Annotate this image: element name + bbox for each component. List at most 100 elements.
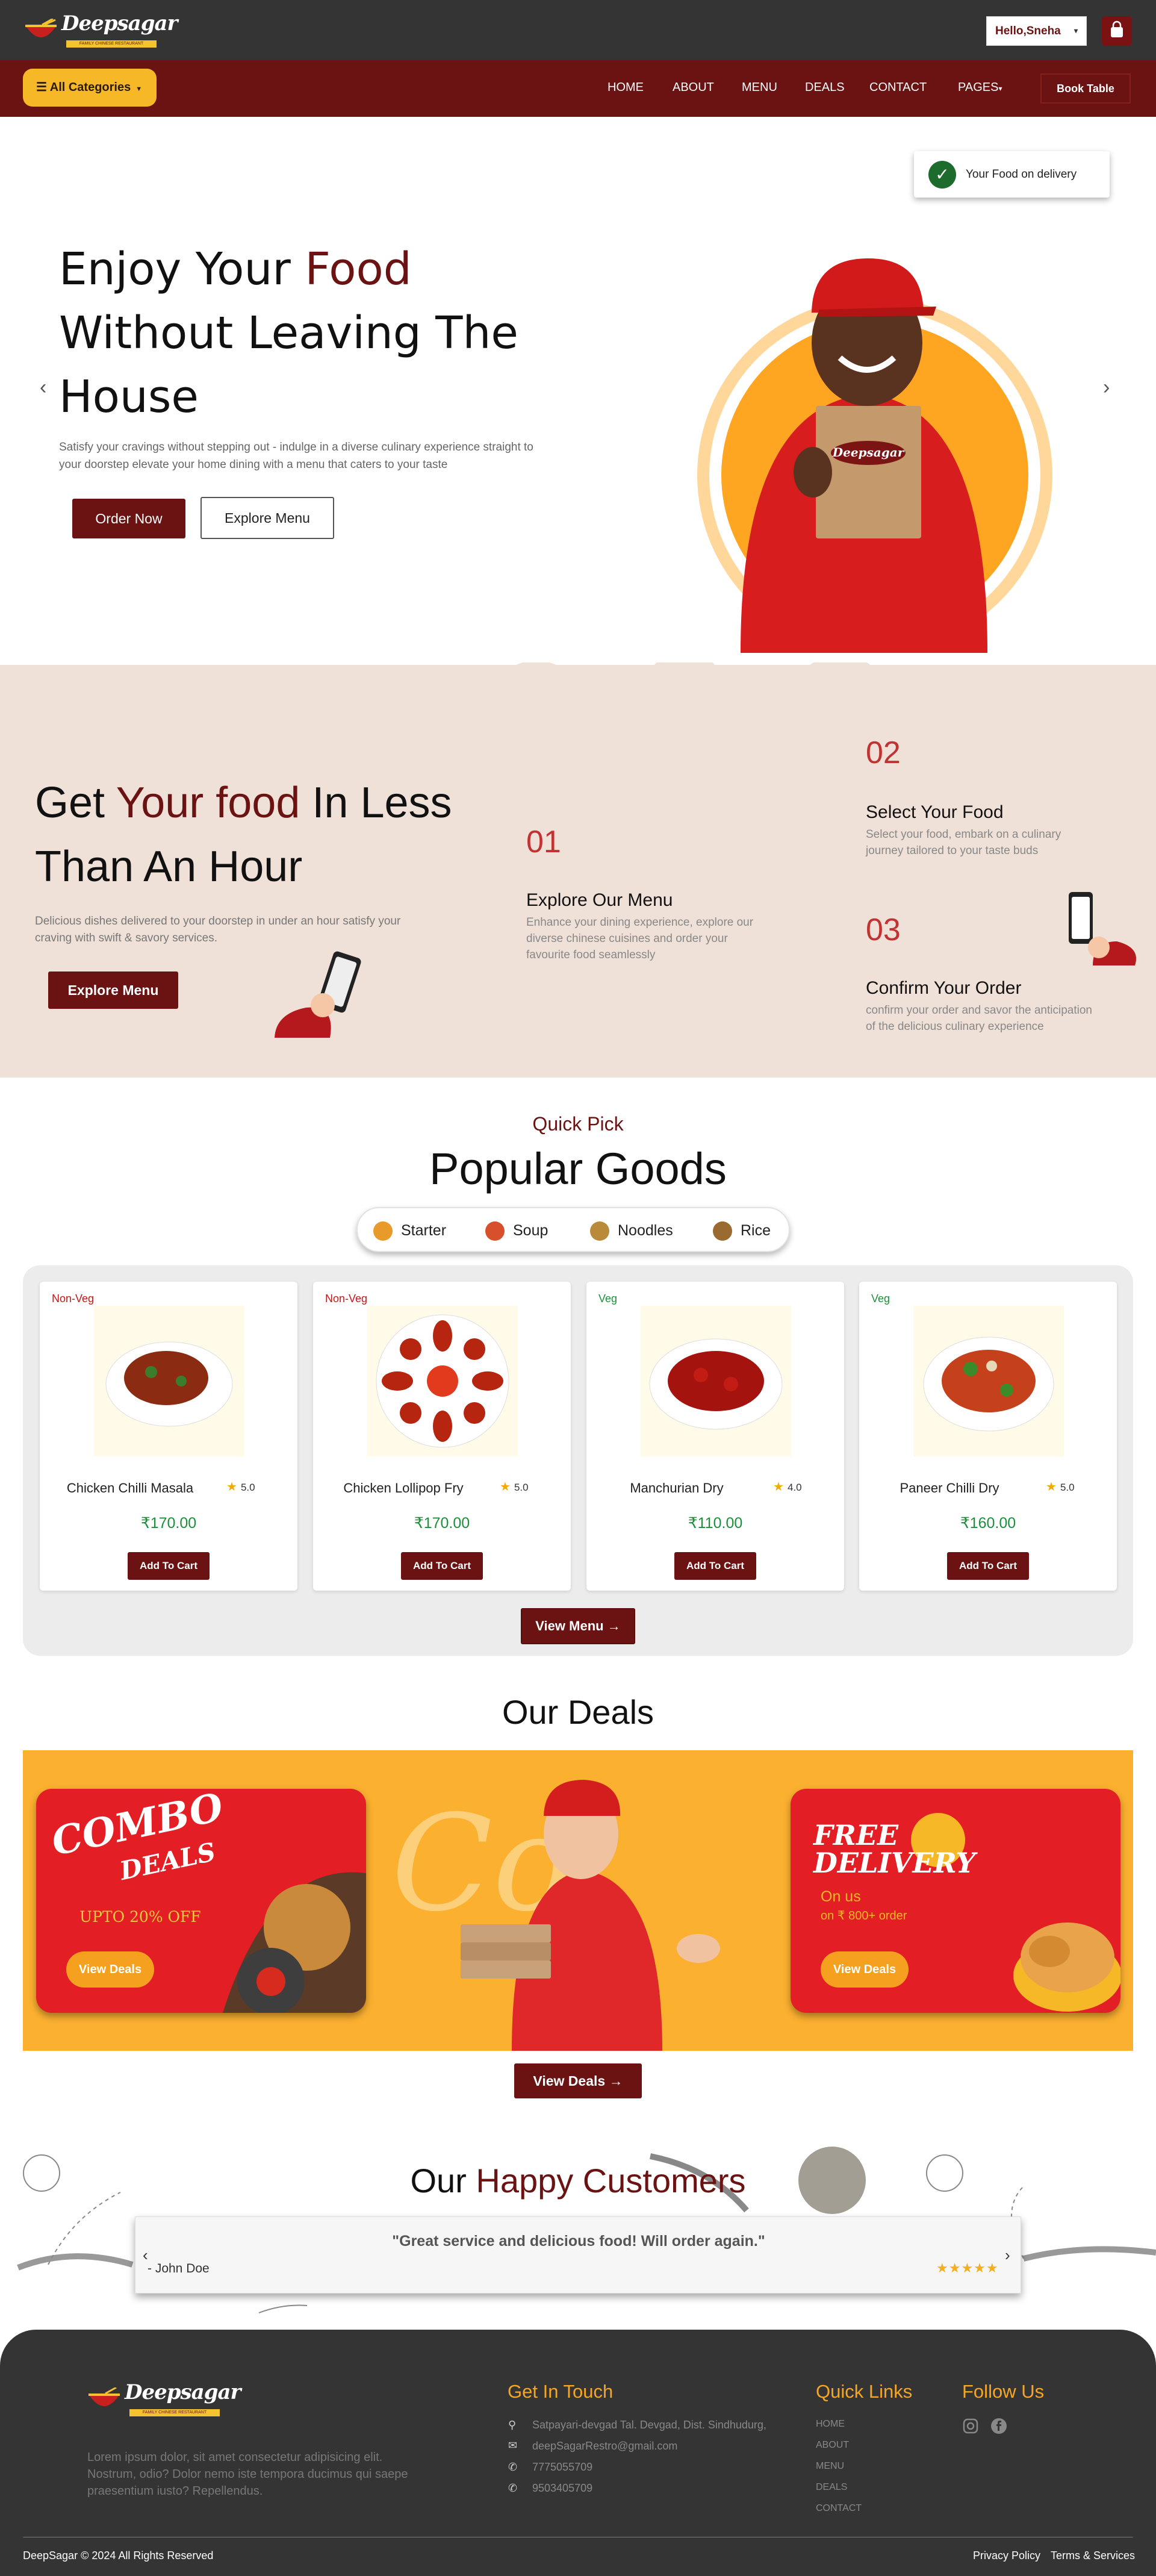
hero-title-start: Enjoy Your xyxy=(59,243,305,295)
facebook-icon[interactable] xyxy=(990,2418,1007,2434)
product-price: ₹170.00 xyxy=(140,1515,197,1532)
rating-value: 5.0 xyxy=(240,1482,255,1493)
footer-logo[interactable]: Deepsagar FAMILY CHINESE RESTAURANT xyxy=(87,2378,241,2420)
nav-contact[interactable]: CONTACT xyxy=(869,78,927,96)
popular-subtitle: Quick Pick xyxy=(532,1113,624,1135)
top-bar: Deepsagar FAMILY CHINESE RESTAURANT Hell… xyxy=(0,0,1156,60)
shopping-bag-icon xyxy=(1111,20,1123,37)
bowl-icon xyxy=(89,2387,120,2406)
product-card: Veg Paneer Chilli Dry ★ 5.0 ₹160.00 Add T… xyxy=(859,1282,1117,1591)
tab-starter[interactable]: Starter xyxy=(373,1220,446,1241)
arrow-right-icon: → xyxy=(607,1618,621,1633)
phone-hand-icon xyxy=(1069,892,1136,965)
nav-deals[interactable]: DEALS xyxy=(805,78,845,96)
how-it-works-subtitle: Delicious dishes delivered to your doors… xyxy=(35,915,401,944)
explore-menu-button[interactable]: Explore Menu xyxy=(200,497,334,539)
footer-link-deals[interactable]: DEALS xyxy=(816,2482,847,2493)
footer-link-contact[interactable]: CONTACT xyxy=(816,2503,862,2514)
rating-value: 4.0 xyxy=(787,1482,802,1493)
view-deals-label: View Deals xyxy=(533,2073,606,2089)
hero-next-arrow[interactable]: › xyxy=(1103,376,1110,399)
starter-icon xyxy=(373,1221,393,1241)
order-now-button[interactable]: Order Now xyxy=(72,499,185,538)
book-table-button[interactable]: Book Table xyxy=(1040,73,1131,104)
instagram-icon[interactable] xyxy=(962,2418,979,2434)
tab-noodles[interactable]: Noodles xyxy=(590,1220,673,1241)
free-view-deals-button[interactable]: View Deals xyxy=(821,1951,909,1988)
rating-value: 5.0 xyxy=(1060,1482,1075,1493)
location-icon: ⚲ xyxy=(508,2419,517,2431)
combo-view-deals-button[interactable]: View Deals xyxy=(66,1951,154,1988)
brand-logo[interactable]: Deepsagar FAMILY CHINESE RESTAURANT xyxy=(24,9,178,51)
star-icon: ★ xyxy=(1046,1480,1057,1494)
contact-phone[interactable]: 9503405709 xyxy=(532,2482,592,2495)
deals-title: Our Deals xyxy=(502,1693,654,1731)
step-title: Confirm Your Order xyxy=(866,978,1022,998)
main-nav: ☰ All Categories ▼ HOME ABOUT MENU DEALS … xyxy=(0,60,1156,117)
nav-pages[interactable]: PAGES▾ xyxy=(958,78,1002,98)
delivery-status-card: ✓ Your Food on delivery xyxy=(914,151,1110,198)
step-text: Select your food, embark on a culinary j… xyxy=(866,828,1061,857)
tab-rice[interactable]: Rice xyxy=(713,1220,771,1241)
all-categories-button[interactable]: ☰ All Categories ▼ xyxy=(23,69,157,107)
add-to-cart-button[interactable]: Add To Cart xyxy=(674,1552,756,1580)
nav-home[interactable]: HOME xyxy=(608,78,644,96)
view-deals-button[interactable]: View Deals → xyxy=(514,2063,642,2098)
add-to-cart-button[interactable]: Add To Cart xyxy=(128,1552,210,1580)
brand-name: Deepsagar xyxy=(61,11,178,36)
combo-offer: UPTO 20% OFF xyxy=(79,1908,201,1926)
hero-prev-arrow[interactable]: ‹ xyxy=(40,376,46,399)
tab-label: Starter xyxy=(401,1222,447,1239)
terms-link[interactable]: Terms & Services xyxy=(1051,2549,1135,2562)
contact-phone[interactable]: 7775055709 xyxy=(532,2461,592,2474)
phone-icon: ✆ xyxy=(508,2461,518,2473)
rice-icon xyxy=(713,1221,732,1241)
product-card: Non-Veg Chicken Chilli Masala ★ 5.0 ₹170.… xyxy=(40,1282,297,1591)
product-name: Manchurian Dry xyxy=(630,1480,724,1495)
product-badge: Non-Veg xyxy=(325,1293,368,1305)
add-to-cart-button[interactable]: Add To Cart xyxy=(401,1552,483,1580)
privacy-policy-link[interactable]: Privacy Policy xyxy=(973,2549,1040,2562)
testimonial-next-arrow[interactable]: › xyxy=(1005,2246,1010,2265)
product-price: ₹160.00 xyxy=(960,1515,1016,1532)
soup-icon xyxy=(485,1221,505,1241)
arrow-right-icon: → xyxy=(609,2073,623,2089)
cart-button[interactable] xyxy=(1102,16,1132,46)
contact-heading: Get In Touch xyxy=(508,2381,614,2402)
how-title-accent: Your food xyxy=(116,779,300,827)
mail-icon: ✉ xyxy=(508,2439,518,2451)
product-card: Veg Manchurian Dry ★ 4.0 ₹110.00 Add To C… xyxy=(586,1282,844,1591)
product-price: ₹110.00 xyxy=(688,1515,743,1532)
how-it-works-title: Get Your food In Less Than An Hour xyxy=(35,771,493,899)
step-number: 03 xyxy=(866,912,901,947)
product-rating: ★ 5.0 xyxy=(500,1479,529,1494)
nav-about[interactable]: ABOUT xyxy=(673,78,714,96)
copyright: DeepSagar © 2024 All Rights Reserved xyxy=(23,2549,214,2562)
testimonial-author: - John Doe xyxy=(148,2262,210,2275)
combo-deal-card: COMBO DEALS UPTO 20% OFF View Deals xyxy=(36,1789,366,2013)
step-text: confirm your order and savor the anticip… xyxy=(866,1004,1092,1033)
view-menu-button[interactable]: View Menu → xyxy=(521,1608,635,1644)
quick-links-heading: Quick Links xyxy=(816,2381,913,2402)
how-explore-menu-button[interactable]: Explore Menu xyxy=(48,971,178,1009)
nav-menu[interactable]: MENU xyxy=(742,78,777,96)
footer-link-about[interactable]: ABOUT xyxy=(816,2440,849,2451)
free-on-us: On us xyxy=(821,1888,861,1905)
svg-text:Deepsagar: Deepsagar xyxy=(832,445,905,460)
user-menu-button[interactable]: Hello,Sneha ▾ xyxy=(986,16,1087,46)
contact-address: Satpayari-devgad Tal. Devgad, Dist. Sind… xyxy=(532,2419,766,2431)
tab-soup[interactable]: Soup xyxy=(485,1220,548,1241)
category-tabs: Starter Soup Noodles Rice xyxy=(356,1207,790,1252)
footer-link-menu[interactable]: MENU xyxy=(816,2461,844,2472)
user-greeting: Hello,Sneha xyxy=(995,25,1061,37)
hero-subtitle: Satisfy your cravings without stepping o… xyxy=(59,441,533,471)
contact-email[interactable]: deepSagarRestro@gmail.com xyxy=(532,2440,677,2453)
footer-link-home[interactable]: HOME xyxy=(816,2419,845,2430)
fried-chicken-image xyxy=(1013,1923,1120,2012)
footer-description: Lorem ipsum dolor, sit amet consectetur … xyxy=(87,2451,408,2498)
add-to-cart-button[interactable]: Add To Cart xyxy=(947,1552,1029,1580)
product-name: Chicken Lollipop Fry xyxy=(343,1480,464,1495)
product-rating: ★ 5.0 xyxy=(226,1479,255,1494)
brand-tagline: FAMILY CHINESE RESTAURANT xyxy=(129,2409,220,2416)
hero-title: Enjoy Your Food Without Leaving The Hous… xyxy=(59,237,541,429)
